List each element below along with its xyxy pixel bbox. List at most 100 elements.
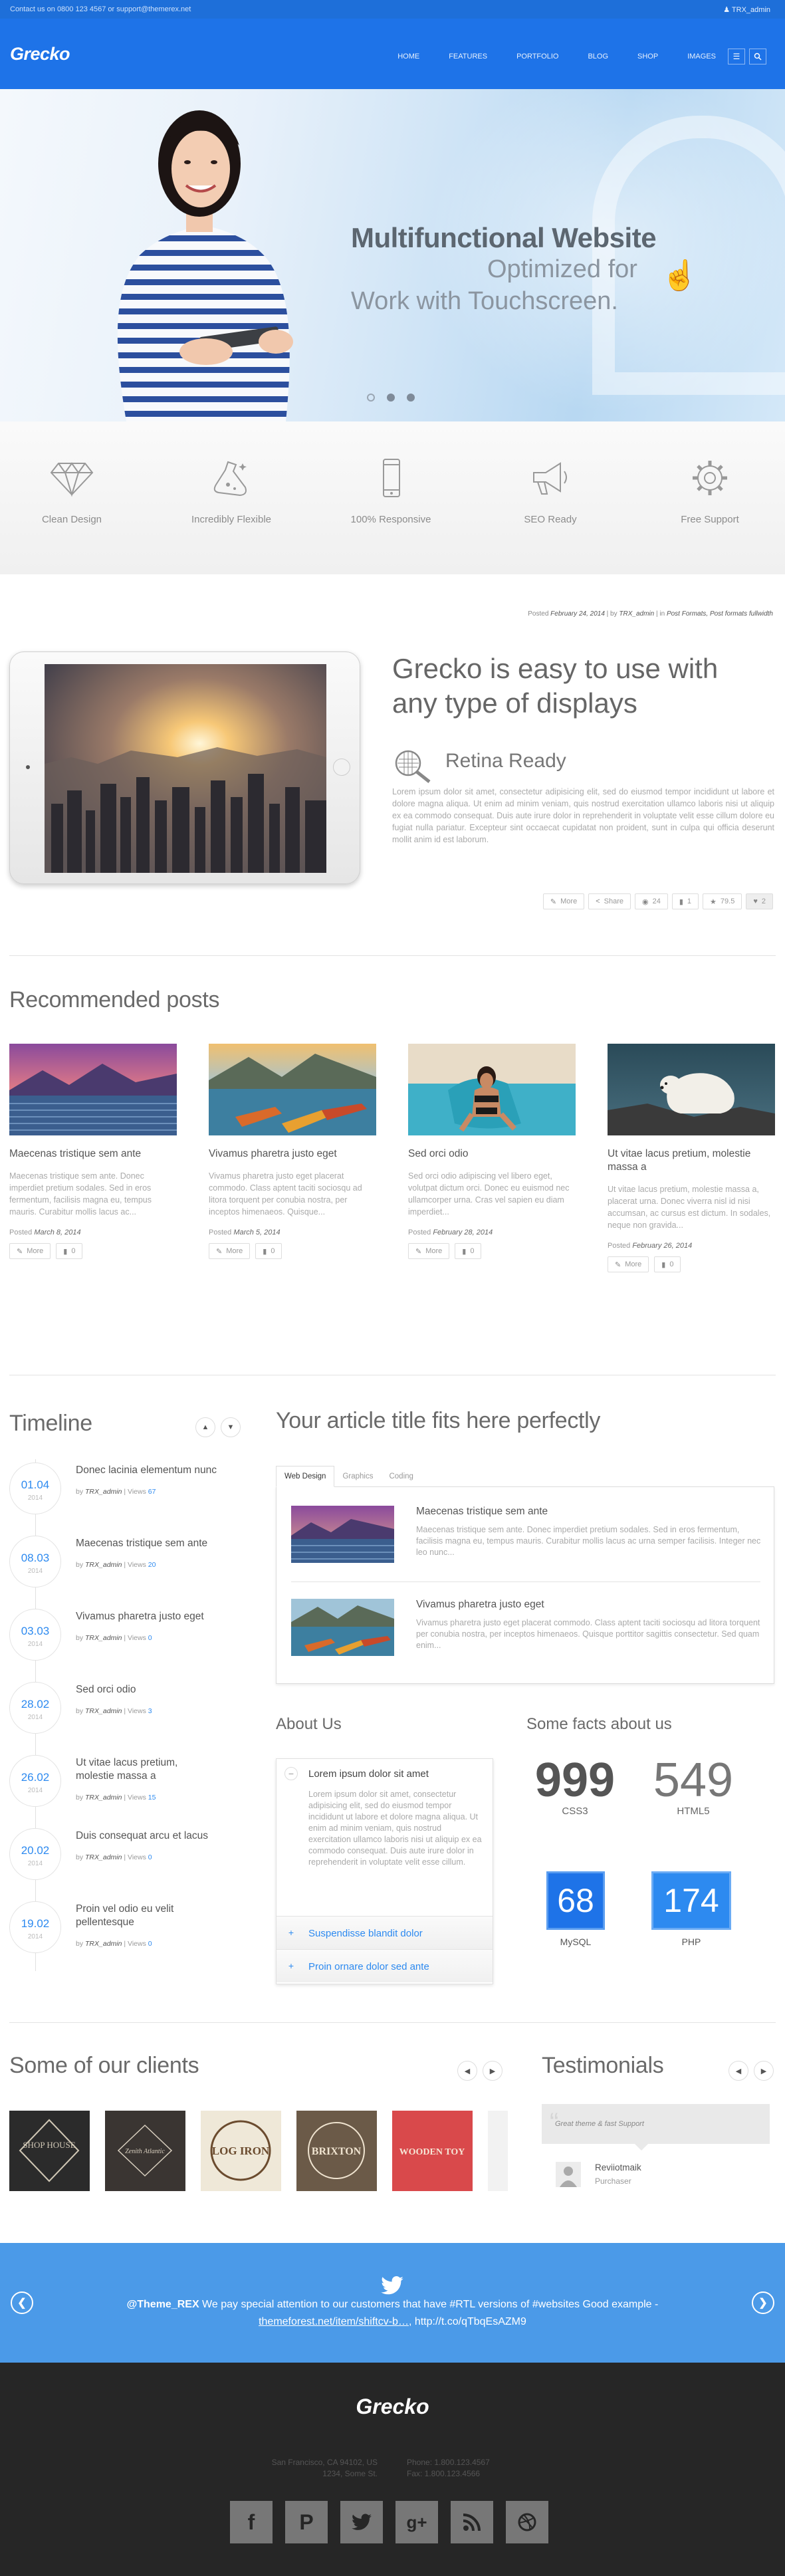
post-title[interactable]: Ut vitae lacus pretium, molestie massa a <box>608 1147 775 1174</box>
timeline-item-title[interactable]: Vivamus pharetra justo eget <box>76 1610 219 1623</box>
more-button[interactable]: ✎ More <box>542 893 585 909</box>
dribbble-icon[interactable] <box>506 2501 548 2543</box>
comments-counter[interactable]: ▮ 0 <box>455 1243 482 1259</box>
nav-blog[interactable]: BLOG <box>588 53 608 60</box>
divider <box>9 955 776 956</box>
search-icon[interactable] <box>749 49 766 64</box>
share-icon: < <box>596 897 600 905</box>
accordion-title[interactable]: Lorem ipsum dolor sit amet <box>308 1768 429 1780</box>
more-button[interactable]: ✎ More <box>9 1243 51 1259</box>
rating-counter[interactable]: ★ 79.5 <box>703 893 742 909</box>
twitter-icon[interactable] <box>340 2501 383 2543</box>
hero-slider[interactable]: Multifunctional Website Optimized for Wo… <box>0 89 785 421</box>
client-logo[interactable]: SHOP HOUSE <box>9 2111 90 2191</box>
fact-label: HTML5 <box>677 1806 710 1817</box>
contact-email[interactable]: support@themerex.net <box>116 5 191 13</box>
nav-features[interactable]: FEATURES <box>449 53 487 60</box>
tweet-handle[interactable]: @Theme_REX <box>127 2299 199 2310</box>
comments-counter[interactable]: ▮ 0 <box>56 1243 83 1259</box>
slider-dot-2[interactable] <box>387 394 395 402</box>
meta-author[interactable]: TRX_admin <box>619 610 654 618</box>
testimonial-role: Purchaser <box>595 2176 631 2186</box>
accordion-title[interactable]: Proin ornare dolor sed ante <box>308 1961 429 1972</box>
tab-graphics[interactable]: Graphics <box>334 1466 381 1487</box>
comments-counter[interactable]: ▮ 0 <box>654 1256 681 1272</box>
plus-icon[interactable]: + <box>284 1927 298 1940</box>
hero-woman-image <box>117 110 293 421</box>
post-meta: Posted February 24, 2014 | by TRX_admin … <box>528 610 773 618</box>
plus-icon[interactable]: + <box>284 1960 298 1973</box>
post-title[interactable]: Sed orci odio <box>408 1147 576 1161</box>
more-button[interactable]: ✎ More <box>408 1243 450 1259</box>
likes-counter[interactable]: ♥ 2 <box>746 893 773 909</box>
post-image-boats-lake[interactable] <box>209 1044 376 1135</box>
contact-phone[interactable]: 0800 123 4567 <box>57 5 106 13</box>
timeline-item-title[interactable]: Donec lacinia elementum nunc <box>76 1464 219 1477</box>
nav-shop[interactable]: SHOP <box>637 53 658 60</box>
post-title[interactable]: Vivamus pharetra justo eget <box>209 1147 376 1161</box>
client-logo-partial[interactable] <box>488 2111 508 2191</box>
timeline-date: 08.03 2014 <box>9 1536 61 1587</box>
slider-dot-1[interactable] <box>367 394 375 402</box>
arrow-up-icon[interactable]: ▲ <box>195 1417 215 1437</box>
nav-portfolio[interactable]: PORTFOLIO <box>516 53 558 60</box>
client-logo[interactable]: WOODEN TOY <box>392 2111 473 2191</box>
testimonials-title: Testimonials <box>542 2053 664 2078</box>
tab-web-design[interactable]: Web Design <box>276 1466 335 1487</box>
tab-post-title[interactable]: Vivamus pharetra justo eget <box>416 1599 544 1611</box>
timeline-item-title[interactable]: Proin vel odio eu velit pellentesque <box>76 1903 219 1929</box>
accordion-item-open[interactable]: − Lorem ipsum dolor sit amet Lorem ipsum… <box>277 1759 493 1912</box>
post-title[interactable]: Maecenas tristique sem ante <box>9 1147 177 1161</box>
post-image-polar-bear[interactable] <box>608 1044 775 1135</box>
facebook-icon[interactable]: f <box>230 2501 273 2543</box>
rss-icon[interactable] <box>451 2501 493 2543</box>
client-logo[interactable]: Zenith Atlantic <box>105 2111 185 2191</box>
tweet-link[interactable]: http://t.co/qTbqEsAZM9 <box>415 2316 526 2327</box>
svg-text:WOODEN TOY: WOODEN TOY <box>399 2147 465 2157</box>
user-name: TRX_admin <box>731 6 770 14</box>
slider-pagination <box>367 394 427 402</box>
hero-subtitle-1: Optimized for <box>487 255 637 283</box>
timeline-item-title[interactable]: Maecenas tristique sem ante <box>76 1537 219 1550</box>
more-button[interactable]: ✎ More <box>608 1256 649 1272</box>
post-image-woman-pool[interactable] <box>408 1044 576 1135</box>
tweet-link[interactable]: themeforest.net/item/shiftcv-b… <box>259 2316 409 2327</box>
client-logo[interactable]: LOG IRON <box>201 2111 281 2191</box>
tab-post-image[interactable] <box>291 1599 394 1656</box>
menu-toggle-icon[interactable]: ☰ <box>728 49 745 64</box>
feature-free-support: Free Support <box>643 458 776 525</box>
googleplus-icon[interactable]: g+ <box>395 2501 438 2543</box>
pinterest-icon[interactable]: P <box>285 2501 328 2543</box>
arrow-down-icon[interactable]: ▼ <box>221 1417 241 1437</box>
timeline-item-title[interactable]: Sed orci odio <box>76 1683 219 1697</box>
user-menu[interactable]: ♟ TRX_admin <box>723 5 770 14</box>
share-button[interactable]: < Share <box>588 893 631 909</box>
meta-date[interactable]: February 24, 2014 <box>550 610 605 618</box>
accordion-title[interactable]: Suspendisse blandit dolor <box>308 1928 423 1939</box>
tab-coding[interactable]: Coding <box>381 1466 421 1487</box>
nav-images[interactable]: IMAGES <box>687 53 716 60</box>
comments-counter[interactable]: ▮ 0 <box>255 1243 282 1259</box>
accordion-item[interactable]: + Suspendisse blandit dolor <box>277 1916 493 1949</box>
nav-home[interactable]: HOME <box>397 53 419 60</box>
post-image-mountain-lake[interactable] <box>9 1044 177 1135</box>
footer-logo[interactable]: Grecko <box>0 2395 785 2419</box>
tab-post-image[interactable] <box>291 1506 394 1563</box>
contact-or: or <box>108 5 115 13</box>
comments-counter[interactable]: ▮ 1 <box>671 893 699 909</box>
site-logo[interactable]: Grecko <box>10 44 70 64</box>
arrow-left-icon[interactable]: ◀ <box>457 2061 477 2081</box>
arrow-left-icon[interactable]: ◀ <box>729 2061 748 2081</box>
client-logo[interactable]: BRIXTON <box>296 2111 377 2191</box>
slider-dot-3[interactable] <box>407 394 415 402</box>
minus-icon[interactable]: − <box>284 1767 298 1780</box>
timeline-item-title[interactable]: Ut vitae lacus pretium, molestie massa a <box>76 1756 219 1783</box>
views-counter[interactable]: ◉ 24 <box>635 893 668 909</box>
timeline-item-title[interactable]: Duis consequat arcu et lacus <box>76 1829 219 1843</box>
more-button[interactable]: ✎ More <box>209 1243 251 1259</box>
arrow-right-icon[interactable]: ▶ <box>754 2061 774 2081</box>
tab-post-title[interactable]: Maecenas tristique sem ante <box>416 1506 548 1518</box>
meta-categories[interactable]: Post Formats, Post formats fullwidth <box>667 610 773 618</box>
accordion-item[interactable]: + Proin ornare dolor sed ante <box>277 1949 493 1982</box>
arrow-right-icon[interactable]: ▶ <box>483 2061 503 2081</box>
